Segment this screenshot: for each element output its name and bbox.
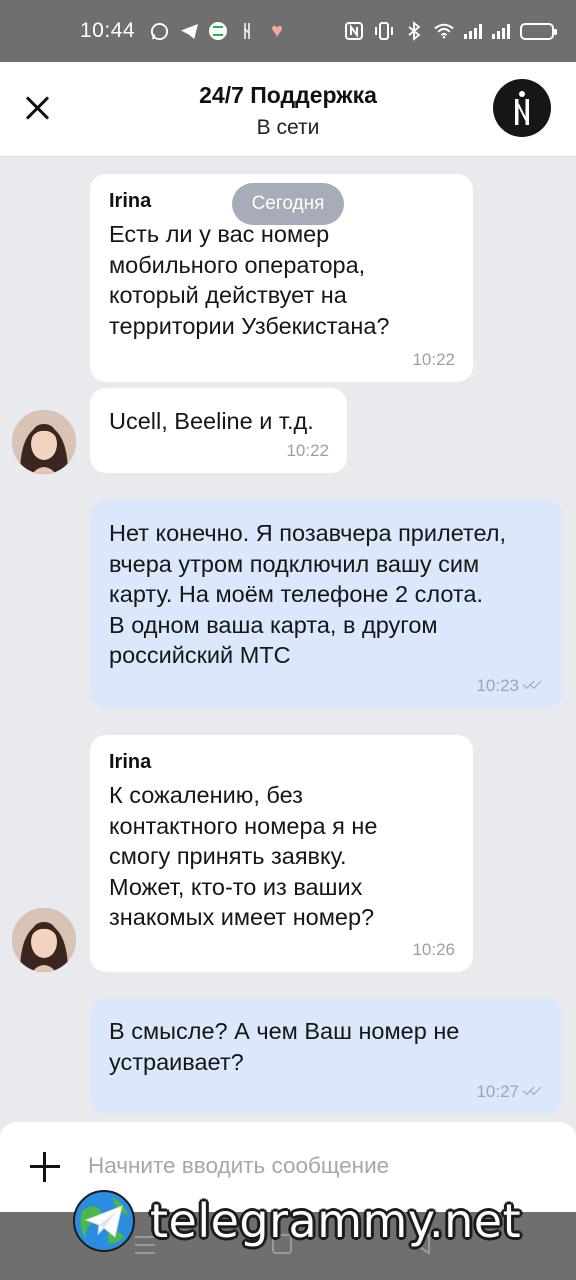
- message-time-label: 10:23: [476, 676, 519, 695]
- message-bubble[interactable]: В смысле? А чем Ваш номер не устраивает?…: [90, 998, 563, 1114]
- message-text: К сожалению, без контактного номера я не…: [109, 782, 378, 930]
- message-text: В смысле? А чем Ваш номер не устраивает?: [109, 1018, 460, 1075]
- wifi-icon: [434, 21, 454, 41]
- status-time: 10:44: [80, 19, 136, 42]
- spotify-icon: [209, 22, 228, 40]
- brand-logo-icon[interactable]: [493, 79, 551, 137]
- message-text: Есть ли у вас номер мобильного оператора…: [109, 221, 390, 339]
- status-left-icons: ♥: [149, 19, 287, 42]
- message-time-label: 10:22: [286, 441, 329, 460]
- telegram-icon: [179, 21, 199, 41]
- attach-plus-button[interactable]: [28, 1150, 62, 1184]
- message-text: Ucell, Beeline и т.д.: [109, 408, 314, 434]
- message-time-label: 10:22: [412, 350, 455, 369]
- message-bubble[interactable]: Нет конечно. Я позавчера прилетел, вчера…: [90, 500, 563, 708]
- heart-icon: ♥: [271, 19, 283, 42]
- avatar[interactable]: [12, 410, 76, 474]
- vibrate-icon: [374, 21, 394, 41]
- cell-signal-icon: [464, 23, 482, 39]
- message-time-label: 10:27: [476, 1082, 519, 1101]
- sender-name: Irina: [109, 751, 152, 773]
- message-time: 10:22: [412, 350, 455, 370]
- message-time: 10:22: [286, 441, 329, 461]
- message-time: 10:26: [412, 940, 455, 960]
- watermark-text: telegrammy.net: [150, 1194, 522, 1248]
- chat-title: 24/7 Поддержка: [199, 82, 377, 108]
- avatar-image: [12, 908, 76, 972]
- chat-messages: Irina Есть ли у вас номер мобильного опе…: [0, 157, 576, 1122]
- message-text: Нет конечно. Я позавчера прилетел, вчера…: [109, 520, 507, 668]
- watermark: telegrammy.net: [72, 1188, 562, 1254]
- bluetooth-icon: [404, 21, 424, 41]
- telegram-globe-icon: [73, 1190, 135, 1252]
- status-bar: 10:44 ♥: [0, 0, 576, 62]
- message-time: 10:23: [476, 676, 545, 696]
- online-status: В сети: [256, 116, 320, 139]
- battery-icon: [520, 22, 557, 40]
- date-chip: Сегодня: [232, 183, 344, 225]
- nfc-icon: [344, 21, 364, 41]
- double-check-icon: [523, 680, 545, 692]
- message-time: 10:27: [476, 1082, 545, 1102]
- cell-signal-2-icon: [492, 23, 510, 39]
- whatsapp-icon: [149, 21, 169, 41]
- status-right-icons: [344, 21, 557, 41]
- message-bubble[interactable]: Ucell, Beeline и т.д. 10:22: [90, 388, 347, 473]
- message-bubble[interactable]: Irina К сожалению, без контактного номер…: [90, 735, 473, 972]
- signal-icon: [237, 21, 257, 41]
- avatar-image: [12, 410, 76, 474]
- message-input[interactable]: [88, 1146, 538, 1186]
- chat-header: 24/7 Поддержка В сети: [0, 62, 576, 157]
- double-check-icon: [523, 1086, 545, 1098]
- avatar[interactable]: [12, 908, 76, 972]
- message-time-label: 10:26: [412, 940, 455, 959]
